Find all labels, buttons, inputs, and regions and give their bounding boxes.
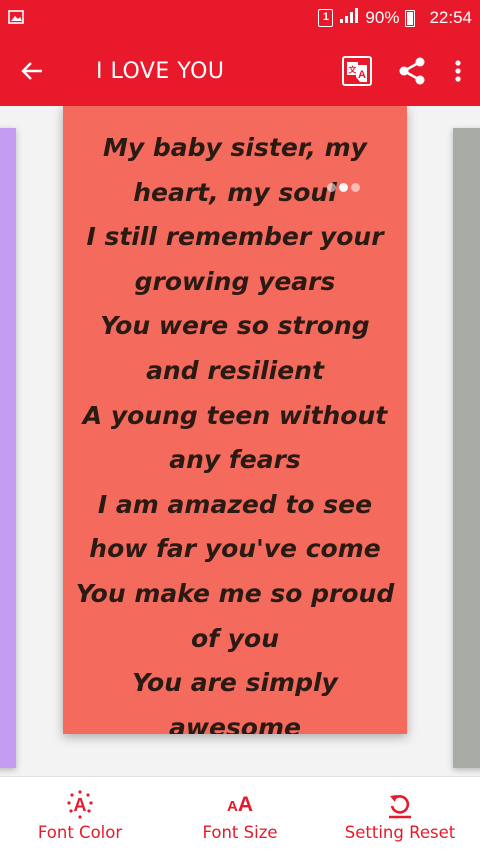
status-time: 22:54 <box>429 8 472 27</box>
status-right: 1 90% 22:54 <box>318 7 472 29</box>
app-bar: I LOVE YOU 文 A <box>0 36 480 106</box>
current-quote-card[interactable]: My baby sister, my heart, my soul I stil… <box>63 106 407 734</box>
svg-text:A: A <box>358 69 366 81</box>
font-size-button[interactable]: AA Font Size <box>160 777 320 854</box>
font-color-button[interactable]: A Font Color <box>0 777 160 854</box>
gallery-notification-icon <box>8 9 24 28</box>
page-indicator <box>327 183 360 192</box>
status-left <box>8 9 24 28</box>
more-vert-icon <box>455 60 461 82</box>
signal-icon <box>339 7 359 29</box>
battery-percent: 90% <box>365 8 400 27</box>
quote-text: My baby sister, my heart, my soul I stil… <box>75 133 395 734</box>
share-button[interactable] <box>384 36 440 106</box>
page-dot <box>327 183 336 192</box>
font-color-icon: A <box>67 790 93 819</box>
page-dot-active <box>339 183 348 192</box>
svg-text:A: A <box>74 795 87 815</box>
translate-icon: 文 A <box>342 56 372 86</box>
font-color-label: Font Color <box>37 823 123 842</box>
app-actions: 文 A <box>330 36 480 106</box>
more-options-button[interactable] <box>440 36 476 106</box>
bottom-toolbar: A Font Color AA Font Size Setting Reset <box>0 776 480 854</box>
sim-slot-badge: 1 <box>318 9 334 27</box>
font-size-icon: AA <box>226 792 253 816</box>
font-size-label: Font Size <box>202 823 278 842</box>
setting-reset-label: Setting Reset <box>344 823 456 842</box>
setting-reset-button[interactable]: Setting Reset <box>320 777 480 854</box>
previous-quote-card[interactable] <box>0 128 16 768</box>
page-dot <box>351 183 360 192</box>
back-arrow-icon <box>21 62 42 80</box>
translate-button[interactable]: 文 A <box>330 36 384 106</box>
battery-icon <box>405 9 416 27</box>
reset-icon <box>389 795 411 819</box>
quote-carousel[interactable]: My baby sister, my heart, my soul I stil… <box>0 106 480 776</box>
back-button[interactable] <box>0 36 64 106</box>
status-bar: 1 90% 22:54 <box>0 0 480 36</box>
share-icon <box>399 57 425 85</box>
next-quote-card[interactable] <box>453 128 480 768</box>
page-title: I LOVE YOU <box>96 58 225 84</box>
